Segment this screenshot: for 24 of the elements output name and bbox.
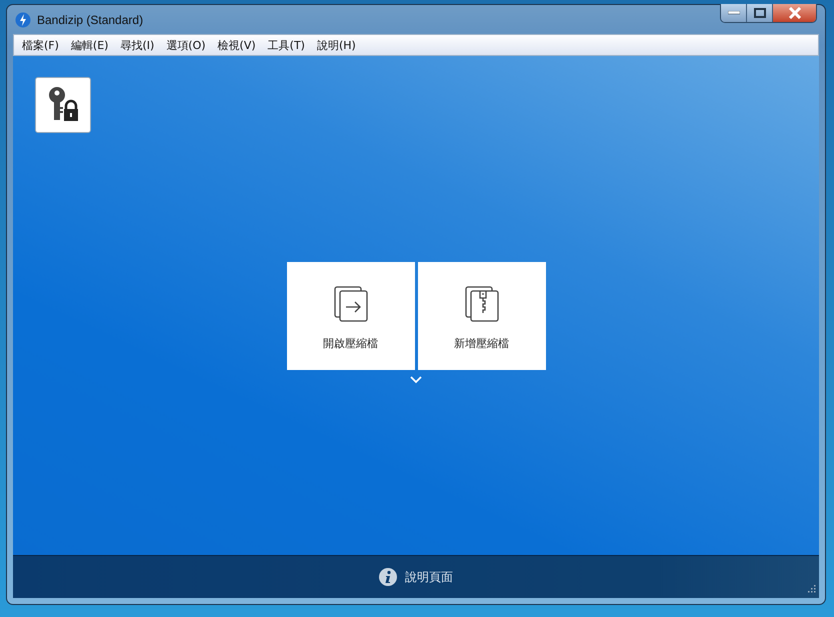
- menu-item[interactable]: 編輯(E): [64, 38, 114, 52]
- menu-item[interactable]: 選項(O): [160, 38, 212, 52]
- menu-item[interactable]: 尋找(I): [114, 38, 160, 52]
- window-title: Bandizip (Standard): [37, 12, 144, 26]
- menu-item[interactable]: 工具(T): [262, 38, 311, 52]
- open-file-icon: [334, 286, 368, 322]
- new-archive-button[interactable]: 新增壓縮檔: [418, 262, 546, 370]
- help-link[interactable]: 說明頁面: [405, 568, 453, 586]
- menu-item[interactable]: 說明(H): [310, 38, 362, 52]
- close-icon: [788, 7, 802, 19]
- app-icon: [15, 12, 31, 28]
- minimize-button[interactable]: [721, 4, 747, 22]
- resize-grip-icon[interactable]: [806, 585, 816, 595]
- maximize-icon: [754, 8, 766, 18]
- menu-item[interactable]: 檢視(V): [212, 38, 262, 52]
- info-icon: [379, 568, 397, 586]
- close-button[interactable]: [773, 4, 816, 22]
- open-archive-button[interactable]: 開啟壓縮檔: [286, 262, 414, 370]
- maximize-button[interactable]: [747, 4, 773, 22]
- password-button[interactable]: [35, 77, 91, 133]
- minimize-icon: [728, 11, 740, 15]
- chevron-down-icon[interactable]: [410, 376, 422, 384]
- zip-file-icon: [464, 286, 498, 322]
- menu-item[interactable]: 檔案(F): [16, 38, 65, 52]
